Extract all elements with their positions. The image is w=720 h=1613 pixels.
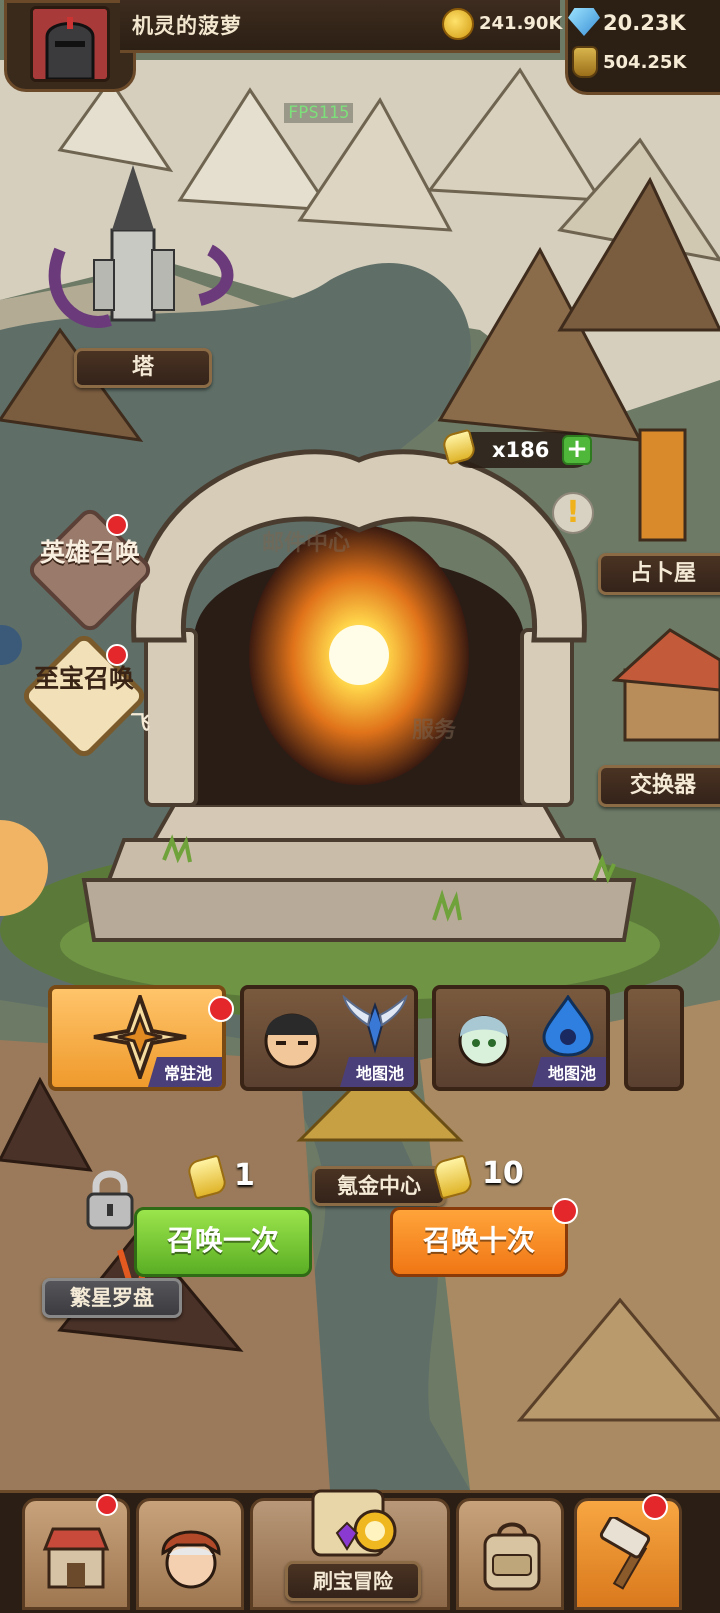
gold-amount: 241.90K xyxy=(479,13,563,34)
nav-tab-shop[interactable] xyxy=(22,1498,130,1610)
fairy-portrait-icon xyxy=(458,1015,510,1067)
hammer-icon xyxy=(599,1517,651,1590)
star-compass-sign[interactable]: 繁星罗盘 xyxy=(42,1278,182,1318)
hero-summon-frame xyxy=(24,504,156,636)
treasure-summon-badge xyxy=(106,644,128,666)
potion-amount: 504.25K xyxy=(603,52,687,73)
fps-counter: FPS115 xyxy=(284,103,354,123)
nav-tab-summon[interactable] xyxy=(574,1498,682,1610)
summon-tab-badge xyxy=(642,1494,668,1520)
pool-card-standard[interactable]: 常驻池 xyxy=(48,985,226,1091)
pool-card-map-2[interactable]: 地图池 xyxy=(432,985,610,1091)
tower-sign[interactable]: 塔 xyxy=(74,348,212,388)
nav-tab-heroes[interactable] xyxy=(136,1498,244,1610)
summon-ten-button[interactable]: 召唤十次 xyxy=(390,1207,568,1277)
hero-portrait-icon xyxy=(161,1530,221,1589)
hero-summon-button[interactable]: 英雄召唤 xyxy=(24,504,156,636)
nav-tab-adventure[interactable]: 刷宝冒险 xyxy=(250,1489,450,1610)
potion-jar-icon xyxy=(572,46,598,78)
shop-badge xyxy=(96,1494,118,1516)
pool-tag: 地图池 xyxy=(531,1057,606,1087)
knight-helmet-icon xyxy=(33,9,107,79)
exchanger-sign[interactable]: 交换器 xyxy=(598,765,720,807)
player-avatar[interactable] xyxy=(30,6,110,82)
hero-summon-label: 英雄召唤 xyxy=(40,538,141,567)
gold-coin-icon xyxy=(442,8,474,40)
treasure-map-icon xyxy=(311,1489,397,1557)
treasure-summon-frame xyxy=(18,630,150,762)
summon-once-button[interactable]: 召唤一次 xyxy=(134,1207,312,1277)
summon-ten-badge xyxy=(552,1198,578,1224)
pool-card-partial[interactable] xyxy=(624,985,684,1091)
lock-icon xyxy=(86,1170,134,1230)
gem-amount: 20.23K xyxy=(603,11,686,35)
pool-tag: 常驻池 xyxy=(147,1057,222,1087)
treasure-summon-label: 至宝召唤 xyxy=(34,664,135,693)
pool-tag: 地图池 xyxy=(339,1057,414,1087)
pool-card-map-1[interactable]: 地图池 xyxy=(240,985,418,1091)
backpack-icon xyxy=(483,1522,541,1591)
service-label: 服务 xyxy=(412,718,457,743)
pool-standard-badge xyxy=(208,996,234,1022)
winged-emblem-icon xyxy=(342,995,408,1054)
summon-ten-cost: 10 xyxy=(482,1156,524,1191)
summon-once-cost: 1 xyxy=(234,1158,255,1193)
exclamation-icon[interactable]: ! xyxy=(552,492,594,534)
water-drop-icon xyxy=(542,995,594,1057)
shop-icon xyxy=(42,1527,110,1589)
nav-tab-bag[interactable] xyxy=(456,1498,564,1610)
warrior-portrait-icon xyxy=(264,1013,320,1069)
scroll-count: x186 xyxy=(492,438,550,462)
mail-center-label: 邮件中心 xyxy=(262,531,351,556)
player-name: 机灵的菠萝 xyxy=(132,14,242,38)
add-scroll-button[interactable]: + xyxy=(562,435,592,465)
adventure-label: 刷宝冒险 xyxy=(285,1561,421,1601)
fortune-house-sign[interactable]: 占卜屋 xyxy=(598,553,720,595)
krypton-center-sign[interactable]: 氪金中心 xyxy=(312,1166,446,1206)
hero-summon-badge xyxy=(106,514,128,536)
